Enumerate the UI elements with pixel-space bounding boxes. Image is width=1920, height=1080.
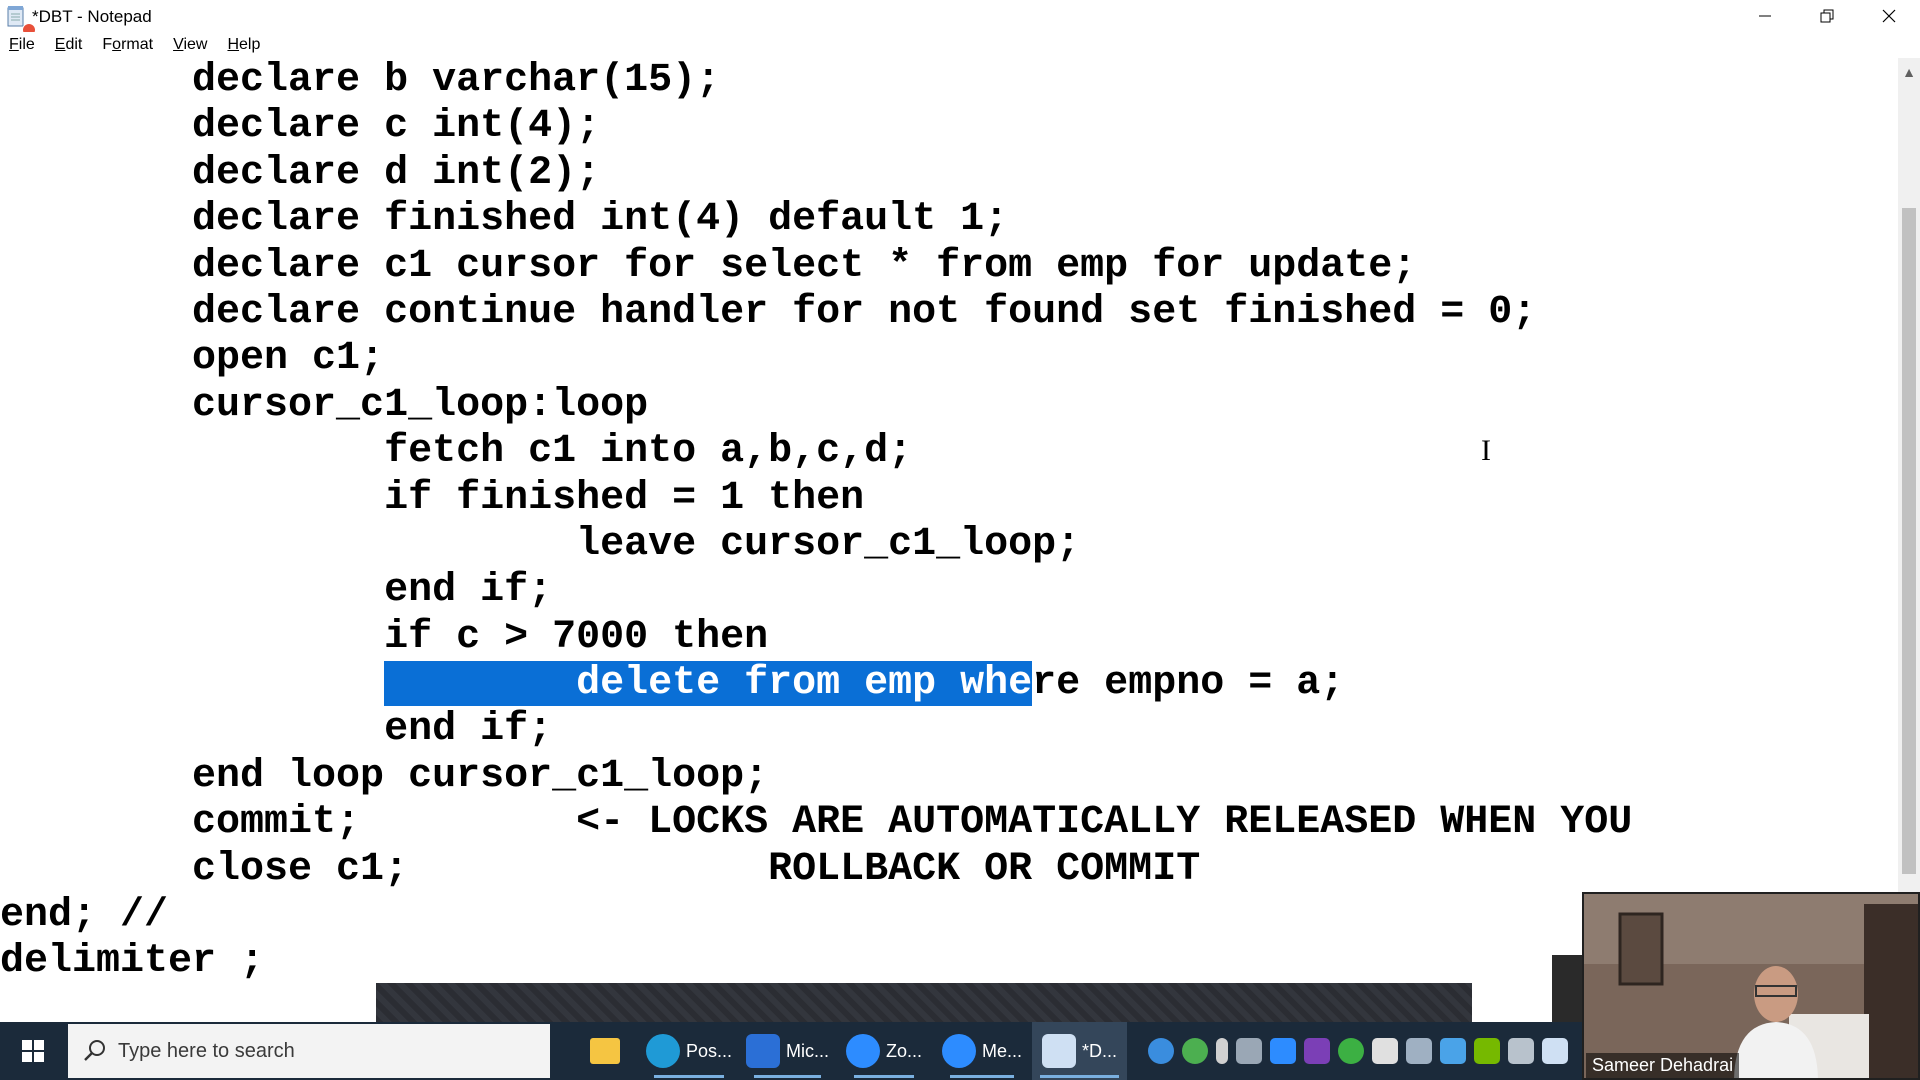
notepad-icon [1042, 1034, 1076, 1068]
minimize-button[interactable] [1734, 0, 1796, 32]
running-indicator [1040, 1075, 1120, 1078]
taskbar-app-notepad[interactable]: *D... [1032, 1022, 1128, 1080]
code-line[interactable]: end if; [0, 568, 1632, 614]
restore-button[interactable] [1796, 0, 1858, 32]
menu-accelerator: V [173, 36, 184, 53]
notepad-icon [7, 6, 24, 27]
code-line[interactable]: open c1; [0, 336, 1632, 382]
title-bar: *DBT - Notepad [0, 0, 1920, 37]
system-tray [1148, 1022, 1576, 1080]
minimize-icon [1759, 15, 1771, 17]
vertical-scrollbar[interactable]: ▲ [1898, 58, 1920, 1022]
code-line[interactable]: delete from emp where empno = a; [0, 661, 1632, 707]
taskbar-app-label: Me... [982, 1040, 1023, 1061]
code-line[interactable]: end loop cursor_c1_loop; [0, 754, 1632, 800]
zoom-meeting-icon [942, 1034, 976, 1068]
restore-icon [1820, 9, 1834, 23]
green-globe-icon[interactable] [1338, 1038, 1364, 1064]
code-line[interactable]: declare b varchar(15); [0, 58, 1632, 104]
onenote-icon[interactable] [1304, 1038, 1330, 1064]
menu-help[interactable]: Help [227, 36, 260, 54]
zoom-tray-icon[interactable] [1270, 1038, 1296, 1064]
taskbar-app-zoom[interactable]: Zo... [846, 1022, 922, 1080]
code-line[interactable]: delimiter ; [0, 939, 1632, 985]
help-icon[interactable] [1148, 1038, 1174, 1064]
code-line[interactable]: leave cursor_c1_loop; [0, 522, 1632, 568]
nvidia-icon[interactable] [1474, 1038, 1500, 1064]
close-icon [1882, 9, 1896, 23]
scroll-up-icon[interactable]: ▲ [1898, 64, 1920, 80]
code-line[interactable]: if finished = 1 then [0, 476, 1632, 522]
start-button[interactable] [0, 1022, 66, 1080]
taskbar-app-label: Pos... [686, 1040, 733, 1061]
code-line[interactable]: declare finished int(4) default 1; [0, 197, 1632, 243]
code-line[interactable]: declare continue handler for not found s… [0, 290, 1632, 336]
taskbar-app-zoom-meeting[interactable]: Me... [942, 1022, 1022, 1080]
taskbar-app-edge[interactable]: Pos... [646, 1022, 732, 1080]
menu-view[interactable]: View [173, 36, 207, 54]
close-button[interactable] [1858, 0, 1920, 32]
zoom-icon [846, 1034, 880, 1068]
code-line[interactable]: if c > 7000 then [0, 615, 1632, 661]
participant-name-label: Sameer Dehadrai [1586, 1053, 1740, 1078]
code-text[interactable]: declare b varchar(15); declare c int(4);… [0, 58, 1632, 986]
running-indicator [950, 1075, 1015, 1078]
code-line[interactable]: cursor_c1_loop:loop [0, 383, 1632, 429]
text-selection[interactable]: delete from emp whe [384, 661, 1033, 707]
wifi-icon[interactable] [1406, 1038, 1432, 1064]
running-indicator [654, 1075, 725, 1078]
menu-accelerator: E [54, 36, 66, 53]
file-explorer-icon [590, 1038, 620, 1064]
search-placeholder: Type here to search [118, 1039, 295, 1062]
code-line[interactable]: close c1; ROLLBACK OR COMMIT [0, 847, 1632, 893]
code-line[interactable]: fetch c1 into a,b,c,d; [0, 429, 1632, 475]
microphone-icon[interactable] [1216, 1038, 1228, 1064]
code-line[interactable]: end; // [0, 893, 1632, 939]
menu-format[interactable]: Format [102, 36, 153, 54]
tablet-icon[interactable] [1508, 1038, 1534, 1064]
whiteboard-icon [746, 1034, 780, 1068]
scrollbar-thumb[interactable] [1902, 208, 1916, 874]
taskbar-app-label: Zo... [886, 1040, 923, 1061]
menu-accelerator: o [112, 36, 122, 53]
menu-file[interactable]: File [9, 36, 35, 54]
code-line-suffix: re empno = a; [1032, 661, 1345, 707]
security-shield-icon[interactable] [1372, 1038, 1398, 1064]
overlay-block [1552, 955, 1582, 1023]
menu-accelerator: F [9, 36, 19, 53]
window-title: *DBT - Notepad [32, 7, 152, 26]
webcam-video: Sameer Dehadrai [1582, 892, 1920, 1080]
code-line-prefix [0, 661, 384, 706]
taskbar-app-label: *D... [1082, 1040, 1118, 1061]
windows-logo-icon [22, 1040, 44, 1062]
bluetooth-icon[interactable] [1440, 1038, 1466, 1064]
text-cursor-icon: I [1481, 434, 1491, 467]
edge-icon [646, 1034, 680, 1068]
taskbar-app-label: Mic... [786, 1040, 829, 1061]
menu-edit[interactable]: Edit [55, 36, 83, 54]
search-icon [84, 1040, 105, 1061]
check-icon[interactable] [1182, 1038, 1208, 1064]
code-line[interactable]: commit; <- LOCKS ARE AUTOMATICALLY RELEA… [0, 800, 1632, 846]
taskbar-app-whiteboard[interactable]: Mic... [746, 1022, 829, 1080]
notepad-tray-icon[interactable] [1542, 1038, 1568, 1064]
text-editor-area[interactable]: declare b varchar(15); declare c int(4);… [0, 58, 1898, 1022]
window-controls [1734, 0, 1920, 32]
tag-icon[interactable] [1236, 1038, 1262, 1064]
running-indicator [754, 1075, 821, 1078]
screen-share-toolbar-strip [376, 983, 1472, 1023]
menu-accelerator: H [227, 36, 240, 53]
menu-bar: File Edit Format View Help [0, 32, 1920, 59]
code-line[interactable]: declare c1 cursor for select * from emp … [0, 244, 1632, 290]
taskbar-app-file-explorer[interactable] [590, 1022, 626, 1080]
code-line[interactable]: end if; [0, 707, 1632, 753]
code-line[interactable]: declare c int(4); [0, 104, 1632, 150]
code-line[interactable]: declare d int(2); [0, 151, 1632, 197]
running-indicator [854, 1075, 915, 1078]
taskbar-search-box[interactable]: Type here to search [68, 1024, 550, 1078]
